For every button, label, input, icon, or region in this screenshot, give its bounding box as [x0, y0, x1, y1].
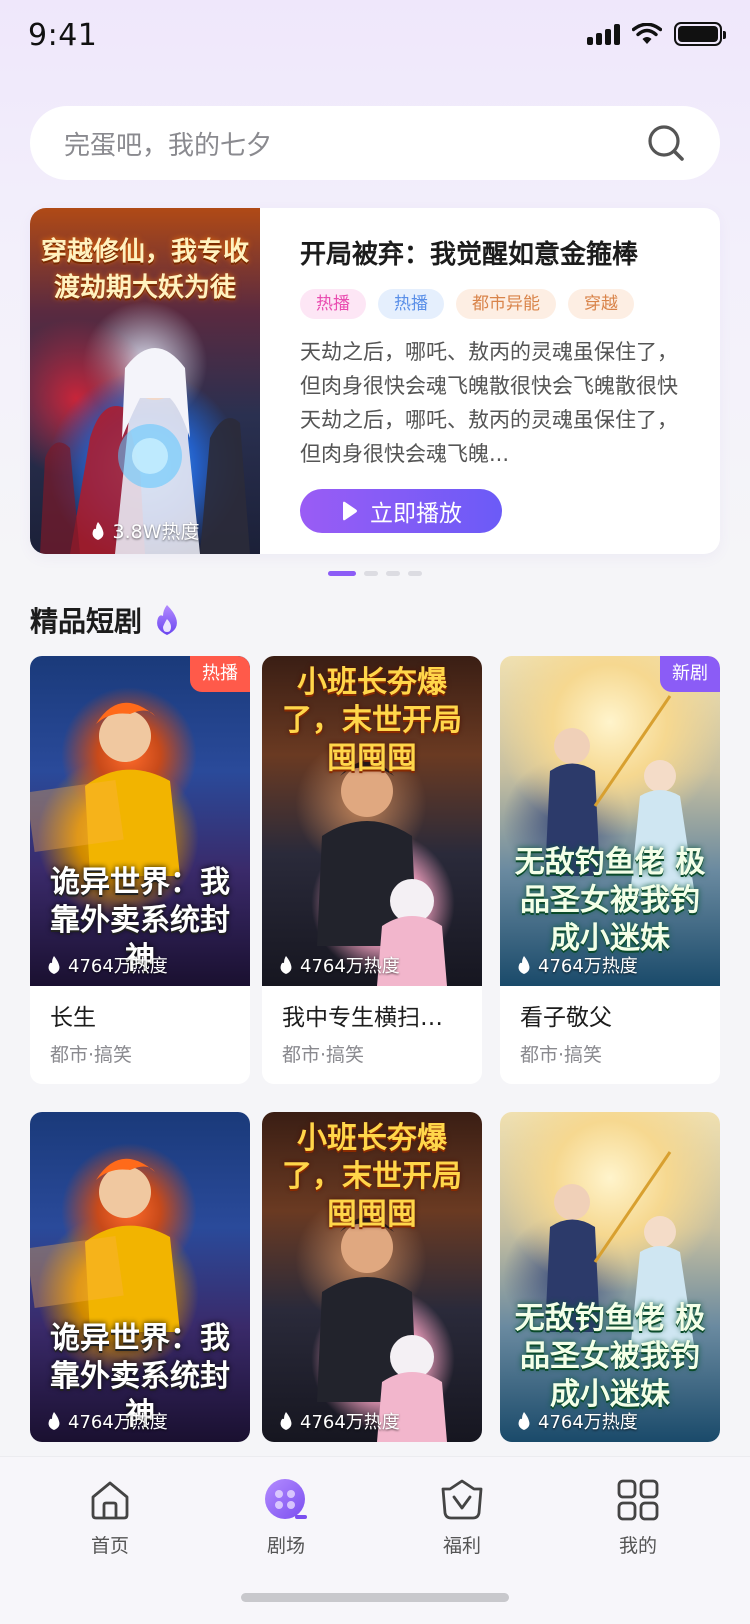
- drama-genre: 都市·搞笑: [50, 1044, 133, 1066]
- drama-thumbnail[interactable]: 无敌钓鱼佬 极品圣女被我钓成小迷妹 新剧 4764万热度: [500, 656, 720, 986]
- play-now-button[interactable]: 立即播放: [300, 489, 502, 533]
- battery-icon: [674, 22, 726, 46]
- cellular-signal-icon: [587, 23, 620, 45]
- pagination-dot[interactable]: [386, 571, 400, 576]
- drama-card[interactable]: 小班长夯爆了，末世开局囤囤囤 4764万热度: [262, 1112, 482, 1442]
- drama-heat: 4764万热度: [46, 952, 168, 978]
- drama-heat: 4764万热度: [46, 1408, 168, 1434]
- tab-mine[interactable]: 我的: [578, 1477, 698, 1558]
- drama-info: 看子敬父 都市·搞笑: [500, 986, 720, 1084]
- banner-cover-title: 穿越修仙，我专收渡劫期大妖为徒: [40, 237, 249, 303]
- tab-theater[interactable]: 剧场: [226, 1477, 346, 1558]
- banner-cover-art: 穿越修仙，我专收渡劫期大妖为徒 3.8W热度: [30, 208, 260, 554]
- flame-icon: [518, 956, 530, 974]
- pagination-dot[interactable]: [328, 571, 356, 576]
- banner-heat-text: 3.8W热度: [112, 521, 200, 543]
- status-icons: [587, 22, 726, 46]
- tab-welfare[interactable]: 福利: [402, 1477, 522, 1558]
- home-icon: [91, 1481, 129, 1520]
- tab-home-label: 首页: [90, 1535, 129, 1557]
- wifi-icon: [632, 23, 662, 44]
- status-time: 9:41: [28, 18, 98, 53]
- banner-tag[interactable]: 热播: [300, 289, 366, 319]
- drama-thumbnail[interactable]: 诡异世界：我靠外卖系统封神 4764万热度: [30, 1112, 250, 1442]
- play-now-label: 立即播放: [370, 501, 462, 527]
- flame-icon: [48, 1412, 60, 1430]
- profile-grid-icon: [617, 1479, 659, 1521]
- flame-icon: [280, 1412, 292, 1430]
- home-indicator: [241, 1593, 509, 1602]
- banner-heat: 3.8W热度: [30, 517, 260, 544]
- drama-thumb-title: 无敌钓鱼佬 极品圣女被我钓成小迷妹: [514, 845, 706, 956]
- tab-theater-label: 剧场: [266, 1535, 305, 1557]
- flame-icon: [518, 1412, 530, 1430]
- gift-icon: [441, 1479, 483, 1520]
- status-bar: 9:41: [0, 0, 750, 72]
- banner-info: 开局被弃：我觉醒如意金箍棒 热播 热播 都市异能 穿越 天劫之后，哪吒、敖丙的灵魂虽保…: [300, 234, 690, 533]
- section-header: 精品短剧: [30, 600, 180, 640]
- tab-mine-label: 我的: [618, 1535, 657, 1557]
- drama-thumb-title: 无敌钓鱼佬 极品圣女被我钓成小迷妹: [514, 1301, 706, 1412]
- drama-genre: 都市·搞笑: [520, 1044, 603, 1066]
- drama-thumbnail[interactable]: 诡异世界：我靠外卖系统封神 热播 4764万热度: [30, 656, 250, 986]
- drama-title: 长生: [50, 1005, 96, 1031]
- drama-thumbnail[interactable]: 无敌钓鱼佬 极品圣女被我钓成小迷妹 4764万热度: [500, 1112, 720, 1442]
- drama-title: 我中专生横扫末世: [282, 1005, 462, 1031]
- pagination-dot[interactable]: [408, 571, 422, 576]
- drama-heat: 4764万热度: [516, 1408, 638, 1434]
- play-icon: [343, 501, 357, 521]
- drama-heat-text: 4764万热度: [300, 1412, 400, 1433]
- drama-card[interactable]: 诡异世界：我靠外卖系统封神 4764万热度: [30, 1112, 250, 1442]
- drama-thumb-title: 小班长夯爆了，末世开局囤囤囤: [282, 1121, 462, 1232]
- search-icon[interactable]: [646, 123, 686, 163]
- flame-icon: [93, 521, 104, 540]
- drama-thumbnail[interactable]: 小班长夯爆了，末世开局囤囤囤 4764万热度: [262, 656, 482, 986]
- drama-heat-text: 4764万热度: [538, 1412, 638, 1433]
- banner-tags: 热播 热播 都市异能 穿越: [300, 289, 690, 319]
- fire-icon: [157, 605, 177, 635]
- flame-icon: [48, 956, 60, 974]
- section-title: 精品短剧: [30, 605, 143, 638]
- drama-genre: 都市·搞笑: [282, 1044, 365, 1066]
- theater-icon: [265, 1479, 307, 1519]
- drama-card[interactable]: 无敌钓鱼佬 极品圣女被我钓成小迷妹 新剧 4764万热度 看子敬父 都市·搞笑: [500, 656, 720, 1084]
- drama-heat-text: 4764万热度: [300, 956, 400, 977]
- banner-description: 天劫之后，哪吒、敖丙的灵魂虽保住了，但肉身很快会魂飞魄散很快会飞魄散很快天劫之后…: [300, 340, 678, 466]
- banner-tag[interactable]: 穿越: [568, 289, 634, 319]
- drama-heat: 4764万热度: [278, 1408, 400, 1434]
- search-input[interactable]: 完蛋吧，我的七夕: [64, 125, 646, 162]
- drama-title: 看子敬父: [520, 1005, 612, 1031]
- drama-card[interactable]: 诡异世界：我靠外卖系统封神 热播 4764万热度 长生 都市·搞笑: [30, 656, 250, 1084]
- drama-heat: 4764万热度: [516, 952, 638, 978]
- drama-card[interactable]: 小班长夯爆了，末世开局囤囤囤 4764万热度 我中专生横扫末世 都市·搞笑: [262, 656, 482, 1084]
- drama-info: 我中专生横扫末世 都市·搞笑: [262, 986, 482, 1084]
- drama-info: 长生 都市·搞笑: [30, 986, 250, 1084]
- banner-title[interactable]: 开局被弃：我觉醒如意金箍棒: [300, 234, 690, 271]
- banner-tag[interactable]: 热播: [378, 289, 444, 319]
- new-badge: 新剧: [660, 656, 720, 692]
- featured-banner[interactable]: 穿越修仙，我专收渡劫期大妖为徒 3.8W热度 开局被弃：我觉醒如意金箍棒 热播热…: [30, 208, 720, 554]
- hot-badge: 热播: [190, 656, 250, 692]
- flame-icon: [280, 956, 292, 974]
- search-bar[interactable]: 完蛋吧，我的七夕: [30, 106, 720, 180]
- drama-heat-text: 4764万热度: [68, 956, 168, 977]
- tab-welfare-label: 福利: [442, 1535, 481, 1557]
- bottom-tab-bar: 首页 剧场 福利 我的: [0, 1456, 750, 1624]
- banner-pagination: [328, 571, 422, 576]
- banner-cover-image[interactable]: 穿越修仙，我专收渡劫期大妖为徒 3.8W热度: [30, 208, 260, 554]
- drama-card[interactable]: 无敌钓鱼佬 极品圣女被我钓成小迷妹 4764万热度: [500, 1112, 720, 1442]
- drama-heat-text: 4764万热度: [68, 1412, 168, 1433]
- tab-home[interactable]: 首页: [50, 1477, 170, 1558]
- drama-thumb-title: 小班长夯爆了，末世开局囤囤囤: [282, 665, 462, 776]
- banner-tag[interactable]: 都市异能: [456, 289, 556, 319]
- drama-heat: 4764万热度: [278, 952, 400, 978]
- drama-heat-text: 4764万热度: [538, 956, 638, 977]
- pagination-dot[interactable]: [364, 571, 378, 576]
- drama-thumbnail[interactable]: 小班长夯爆了，末世开局囤囤囤 4764万热度: [262, 1112, 482, 1442]
